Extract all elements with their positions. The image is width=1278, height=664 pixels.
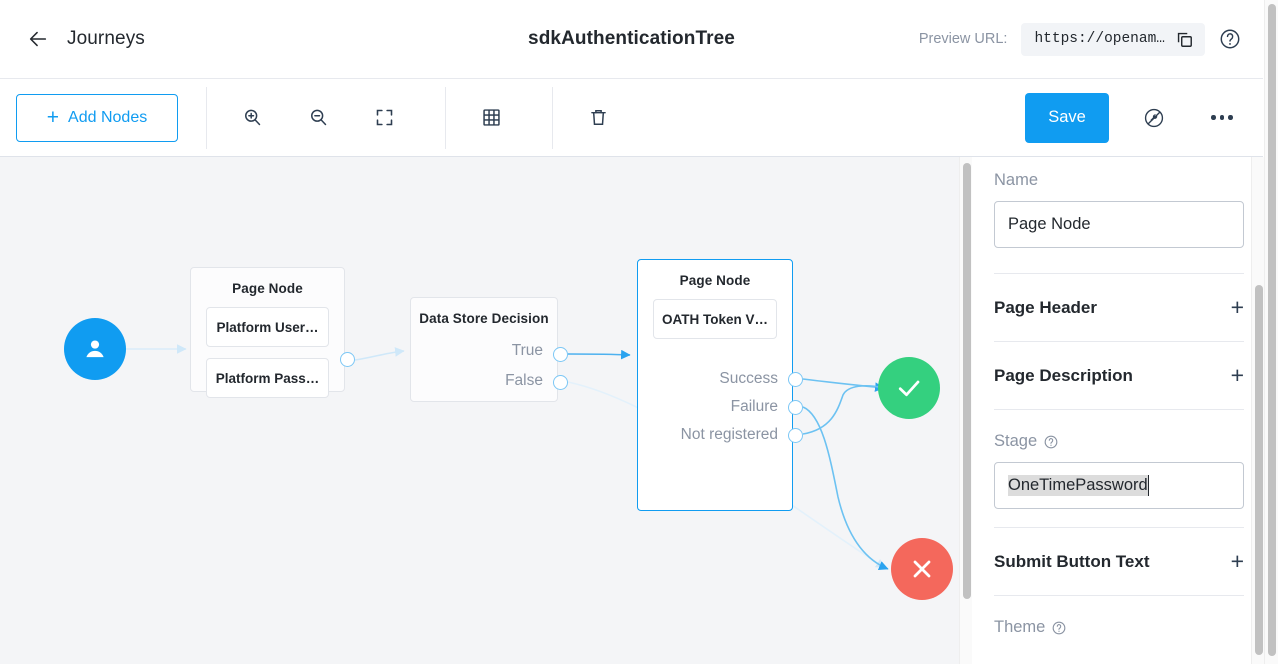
stage-label-text: Stage: [994, 432, 1038, 450]
save-button[interactable]: Save: [1025, 92, 1109, 143]
panel-content: Name Page Node Page Header + Page Descri…: [975, 157, 1263, 637]
wrench-disabled-icon: [1144, 108, 1164, 127]
close-icon: [913, 560, 931, 578]
plus-icon: +: [46, 106, 60, 129]
name-input[interactable]: Page Node: [994, 201, 1244, 248]
node-chip-oath-token[interactable]: OATH Token V…: [653, 299, 777, 339]
more-options-button[interactable]: [1199, 95, 1245, 141]
toolbar-right-group: Save: [1025, 92, 1263, 143]
header-right-group: Preview URL: https://openam…: [918, 22, 1263, 56]
node-page-node-2[interactable]: Page Node OATH Token V… Success Failure …: [637, 259, 793, 511]
port-page-node-1-out[interactable]: [340, 352, 355, 367]
section-title: Submit Button Text: [994, 551, 1150, 571]
name-input-value: Page Node: [1008, 215, 1091, 233]
section-submit-button-text[interactable]: Submit Button Text +: [994, 528, 1244, 595]
port-data-store-true[interactable]: [553, 347, 568, 362]
preview-url-label: Preview URL:: [918, 31, 1008, 47]
port-data-store-false[interactable]: [553, 375, 568, 390]
panel-scrollbar[interactable]: [1251, 157, 1264, 664]
node-title: Data Store Decision: [419, 311, 549, 326]
port-page-node-2-not-registered[interactable]: [788, 428, 803, 443]
start-node[interactable]: [64, 318, 126, 380]
port-page-node-2-failure[interactable]: [788, 400, 803, 415]
canvas-scrollbar[interactable]: [959, 157, 972, 664]
node-title: Page Node: [232, 281, 303, 296]
zoom-in-icon: [244, 109, 260, 126]
name-field-label: Name: [994, 171, 1039, 189]
delete-button[interactable]: [575, 95, 621, 141]
failure-node[interactable]: [891, 538, 953, 600]
connection-lines: [126, 344, 889, 571]
zoom-out-button[interactable]: [295, 95, 341, 141]
stage-field-label: Stage: [994, 410, 1244, 451]
port-page-node-2-success[interactable]: [788, 372, 803, 387]
zoom-out-icon: [310, 109, 326, 126]
check-icon: [898, 380, 920, 397]
fit-to-screen-icon: [376, 109, 392, 126]
output-label-true: True: [511, 342, 543, 359]
zoom-in-button[interactable]: [229, 95, 275, 141]
plus-icon[interactable]: +: [1231, 296, 1244, 319]
output-label-success: Success: [719, 370, 778, 387]
section-title: Page Header: [994, 297, 1097, 317]
page-scrollbar[interactable]: [1264, 0, 1278, 664]
fit-to-screen-button[interactable]: [361, 95, 407, 141]
node-chip-username[interactable]: Platform User…: [206, 307, 329, 347]
page-scrollbar-thumb[interactable]: [1268, 4, 1276, 656]
journey-editor-app: Journeys sdkAuthenticationTree Preview U…: [0, 0, 1278, 664]
node-data-store-decision[interactable]: Data Store Decision True False: [410, 297, 558, 402]
add-nodes-button[interactable]: + Add Nodes: [16, 93, 178, 142]
output-label-false: False: [505, 372, 543, 389]
node-properties-panel: Name Page Node Page Header + Page Descri…: [975, 157, 1263, 664]
user-icon: [86, 340, 104, 358]
copy-icon[interactable]: [1175, 30, 1194, 49]
section-page-header[interactable]: Page Header +: [994, 274, 1244, 341]
breadcrumb[interactable]: Journeys: [67, 28, 145, 50]
node-title: Page Node: [679, 273, 751, 288]
theme-label-text: Theme: [994, 618, 1046, 636]
arrow-left-icon: [29, 31, 47, 47]
node-chip-password[interactable]: Platform Pass…: [206, 358, 329, 398]
panel-scrollbar-thumb[interactable]: [1254, 285, 1263, 655]
plus-icon[interactable]: +: [1231, 550, 1244, 573]
zoom-tools-group: [207, 95, 417, 141]
stage-input[interactable]: OneTimePassword: [994, 462, 1244, 509]
section-page-description[interactable]: Page Description +: [994, 342, 1244, 409]
grid-button[interactable]: [468, 95, 514, 141]
preview-url-text: https://openam…: [1034, 31, 1165, 47]
section-title: Page Description: [994, 365, 1133, 385]
theme-field-label: Theme: [994, 596, 1244, 637]
success-node[interactable]: [878, 357, 940, 419]
canvas-scrollbar-thumb[interactable]: [962, 163, 971, 599]
help-circle-icon[interactable]: [1044, 435, 1058, 449]
back-button[interactable]: [18, 19, 58, 59]
preview-url-chip[interactable]: https://openam…: [1021, 22, 1205, 56]
node-page-node-1[interactable]: Page Node Platform User… Platform Pass…: [190, 267, 345, 398]
app-header: Journeys sdkAuthenticationTree Preview U…: [0, 0, 1263, 79]
editor-toolbar: + Add Nodes Save: [0, 79, 1263, 157]
output-label-not-registered: Not registered: [680, 426, 778, 443]
stage-input-value: OneTimePassword: [1008, 475, 1149, 496]
plus-icon[interactable]: +: [1231, 364, 1244, 387]
output-label-failure: Failure: [730, 398, 778, 415]
grid-icon: [482, 109, 500, 126]
tools-button[interactable]: [1131, 95, 1177, 141]
delete-tools-group: [553, 95, 631, 141]
more-horizontal-icon: [1211, 115, 1233, 120]
help-circle-icon[interactable]: [1052, 621, 1066, 635]
help-circle-icon[interactable]: [1219, 28, 1241, 50]
add-nodes-label: Add Nodes: [68, 108, 148, 126]
journey-canvas[interactable]: Page Node Platform User… Platform Pass… …: [0, 157, 963, 664]
layout-tools-group: [446, 95, 524, 141]
trash-icon: [590, 110, 606, 125]
